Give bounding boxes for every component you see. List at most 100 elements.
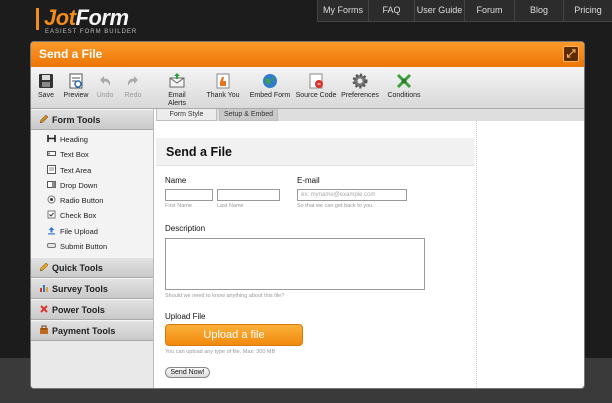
pencil-icon	[39, 114, 49, 124]
tool-submit-button-label: Submit Button	[60, 242, 108, 252]
description-textarea[interactable]	[165, 238, 425, 290]
undo-button[interactable]: Undo	[93, 72, 117, 100]
name-label: Name	[165, 176, 187, 185]
quick-tools-icon	[39, 263, 49, 272]
sidebar-section-form-tools[interactable]: Form Tools	[31, 109, 153, 130]
gear-icon	[352, 73, 368, 89]
submit-button-icon	[47, 243, 56, 249]
description-label: Description	[165, 224, 206, 233]
logo-accent-bar	[36, 8, 39, 30]
embed-form-label: Embed Form	[249, 92, 291, 99]
upload-file-button[interactable]: Upload a file	[165, 324, 303, 346]
tool-file-upload-label: File Upload	[60, 226, 98, 236]
radio-button-icon	[47, 195, 56, 204]
redo-button[interactable]: Redo	[121, 72, 145, 100]
save-label: Save	[38, 92, 54, 99]
email-input[interactable]: ex: myname@example.com	[297, 189, 407, 201]
tool-radio-button[interactable]: Radio Button	[31, 193, 153, 208]
globe-icon	[263, 74, 277, 88]
power-tools-icon	[40, 305, 48, 314]
tool-drop-down[interactable]: Drop Down	[31, 178, 153, 193]
send-now-button[interactable]: Send Now!	[165, 367, 210, 378]
text-box-icon	[47, 151, 56, 157]
text-area-icon	[47, 164, 56, 174]
survey-tools-label: Survey Tools	[52, 284, 108, 295]
top-navigation: My Forms FAQ User Guide Forum Blog Prici…	[317, 0, 612, 22]
source-code-icon	[309, 73, 323, 89]
tab-form-style[interactable]: Form Style	[156, 109, 217, 121]
undo-label: Undo	[96, 92, 114, 99]
logo-tagline: EASIEST FORM BUILDER	[45, 29, 138, 35]
sidebar-section-power-tools[interactable]: Power Tools	[31, 299, 153, 321]
last-name-input[interactable]	[217, 189, 280, 201]
nav-blog[interactable]: Blog	[515, 0, 564, 22]
email-alerts-icon	[169, 73, 185, 88]
tool-drop-down-label: Drop Down	[60, 180, 98, 190]
redo-label: Redo	[124, 92, 142, 99]
tool-file-upload[interactable]: File Upload	[31, 224, 153, 239]
embed-form-button[interactable]: Embed Form	[248, 72, 292, 100]
heading-icon	[47, 135, 56, 142]
nav-my-forms[interactable]: My Forms	[318, 0, 369, 22]
tab-setup-embed[interactable]: Setup & Embed	[219, 109, 278, 121]
tool-text-area[interactable]: Text Area	[31, 163, 153, 178]
toolbar: Save Preview Undo Redo Email Alerts Than…	[31, 67, 584, 109]
undo-icon	[100, 76, 111, 86]
logo-jot: Jot	[44, 5, 76, 30]
email-label: E-mail	[297, 176, 320, 185]
first-name-input[interactable]	[165, 189, 213, 201]
email-alerts-label: Email Alerts	[168, 92, 186, 107]
conditions-button[interactable]: Conditions	[384, 72, 424, 100]
nav-faq[interactable]: FAQ	[369, 0, 415, 22]
tool-submit-button[interactable]: Submit Button	[31, 239, 153, 254]
form-canvas: Send a File Name First Name Last Name E-…	[156, 121, 476, 388]
nav-pricing[interactable]: Pricing	[564, 0, 612, 22]
tool-text-box-label: Text Box	[60, 150, 89, 160]
expand-icon[interactable]: ⤢	[563, 46, 579, 62]
panel-title-bar: Send a File ⤢	[31, 42, 584, 67]
upload-file-sublabel: You can upload any type of file. Max: 30…	[165, 349, 276, 355]
file-upload-icon	[48, 226, 55, 235]
style-tabs: Form Style Setup & Embed	[156, 109, 584, 121]
thank-you-button[interactable]: Thank You	[204, 72, 242, 100]
preferences-button[interactable]: Preferences	[339, 72, 381, 100]
sidebar-section-quick-tools[interactable]: Quick Tools	[31, 257, 153, 279]
tool-heading[interactable]: Heading	[31, 132, 153, 147]
tool-check-box-label: Check Box	[60, 211, 97, 221]
payment-tools-label: Payment Tools	[52, 326, 116, 337]
preview-label: Preview	[63, 92, 89, 99]
description-sublabel: Should we need to know anything about th…	[165, 293, 285, 299]
survey-tools-icon	[40, 285, 48, 293]
power-tools-label: Power Tools	[52, 305, 105, 316]
check-box-icon	[47, 210, 56, 219]
tool-heading-label: Heading	[60, 135, 88, 144]
save-button[interactable]: Save	[35, 72, 57, 100]
tool-text-box[interactable]: Text Box	[31, 147, 153, 162]
conditions-icon	[396, 73, 412, 89]
panel-title: Send a File	[39, 47, 103, 61]
tool-radio-button-label: Radio Button	[60, 196, 104, 206]
form-title[interactable]: Send a File	[156, 138, 474, 166]
logo-wordmark: JotForm	[44, 6, 129, 30]
quick-tools-label: Quick Tools	[52, 263, 103, 274]
sidebar-section-survey-tools[interactable]: Survey Tools	[31, 278, 153, 300]
thank-you-icon	[216, 73, 230, 89]
first-name-sublabel: First Name	[165, 203, 192, 209]
preview-button[interactable]: Preview	[61, 72, 91, 100]
form-builder-panel: Send a File ⤢ Save Preview Undo Redo Ema…	[30, 41, 585, 389]
logo-form: Form	[75, 5, 130, 30]
email-sublabel: So that we can get back to you.	[297, 203, 374, 209]
thank-you-label: Thank You	[206, 92, 240, 99]
form-tools-list: Heading Text Box Text Area Drop Down Rad…	[31, 130, 153, 258]
jotform-logo[interactable]: JotForm EASIEST FORM BUILDER	[36, 6, 136, 36]
email-alerts-button[interactable]: Email Alerts	[163, 72, 191, 108]
source-code-label: Source Code	[295, 92, 337, 99]
sidebar-section-payment-tools[interactable]: Payment Tools	[31, 320, 153, 342]
drop-down-icon	[47, 180, 56, 188]
tool-check-box[interactable]: Check Box	[31, 208, 153, 223]
source-code-button[interactable]: Source Code	[294, 72, 338, 100]
nav-forum[interactable]: Forum	[465, 0, 515, 22]
tool-text-area-label: Text Area	[60, 165, 92, 175]
conditions-label: Conditions	[387, 92, 421, 99]
nav-user-guide[interactable]: User Guide	[415, 0, 465, 22]
